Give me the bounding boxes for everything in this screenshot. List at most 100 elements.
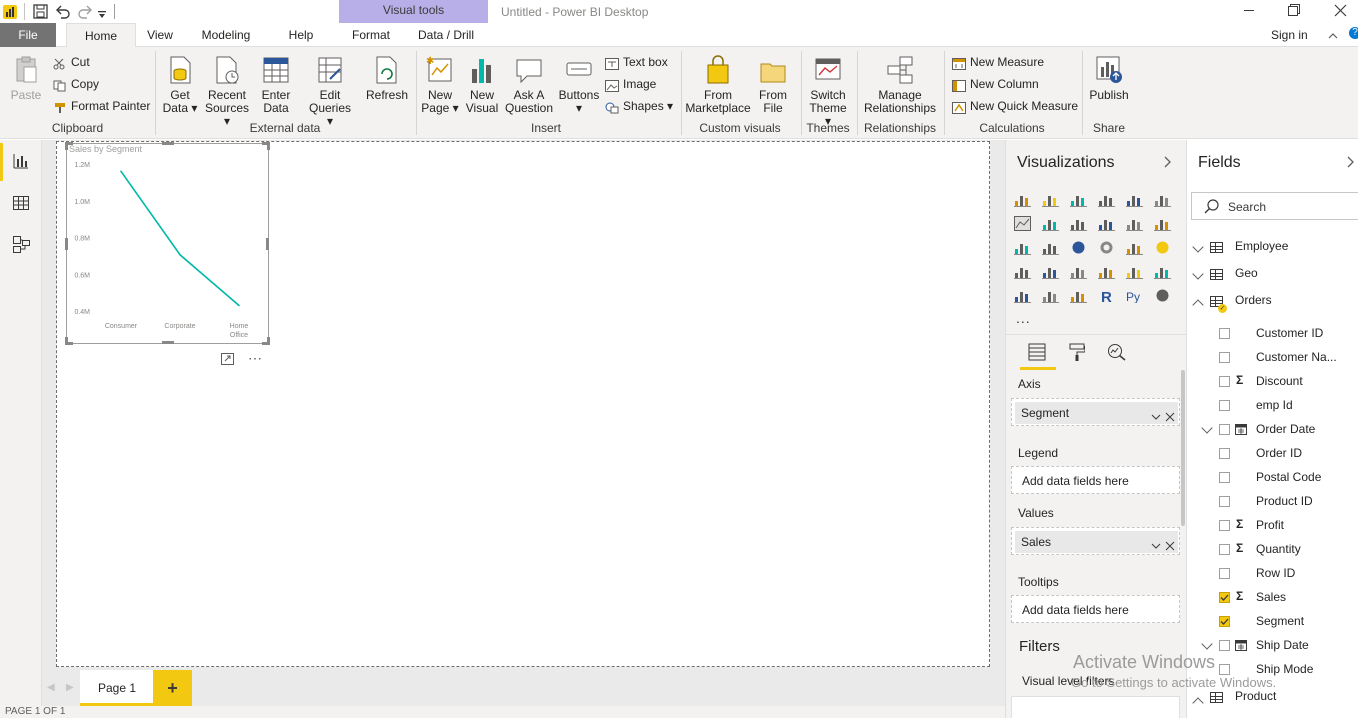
matrix-icon[interactable] xyxy=(1070,288,1087,303)
edit-queries-button[interactable]: Edit Queries ▾ xyxy=(305,55,355,128)
remove-field-icon[interactable] xyxy=(1165,536,1175,558)
gauge-icon[interactable] xyxy=(1070,264,1087,279)
resize-handle-right[interactable] xyxy=(266,238,269,250)
card-icon[interactable] xyxy=(1098,264,1115,279)
new-visual-button[interactable]: New Visual xyxy=(462,55,502,115)
focus-mode-icon[interactable] xyxy=(221,353,234,365)
fields-well-tab-icon[interactable] xyxy=(1028,343,1046,361)
format-paint-roller-icon[interactable] xyxy=(1069,343,1086,361)
field-item[interactable]: Row ID xyxy=(1187,564,1358,584)
filled-map-icon[interactable] xyxy=(1014,264,1031,279)
scatter-icon[interactable] xyxy=(1042,240,1059,255)
values-well[interactable]: Sales xyxy=(1011,527,1180,555)
chevron-down-icon[interactable] xyxy=(1151,536,1161,558)
axis-field-pill[interactable]: Segment xyxy=(1015,402,1178,424)
field-checkbox[interactable] xyxy=(1219,400,1230,411)
close-button[interactable] xyxy=(1334,4,1347,17)
chevron-down-icon[interactable] xyxy=(1151,407,1161,429)
tab-data-drill[interactable]: Data / Drill xyxy=(410,23,482,47)
tab-format[interactable]: Format xyxy=(345,23,397,47)
data-point[interactable] xyxy=(179,253,181,256)
publish-button[interactable]: Publish xyxy=(1087,55,1131,102)
field-checkbox[interactable] xyxy=(1219,544,1230,555)
sign-in-link[interactable]: Sign in xyxy=(1271,28,1308,42)
copy-button[interactable]: Copy xyxy=(53,75,99,93)
python-visual-icon[interactable]: Py xyxy=(1126,288,1143,304)
slicer-icon[interactable] xyxy=(1014,288,1031,303)
tooltips-well[interactable]: Add data fields here xyxy=(1011,595,1180,623)
data-point[interactable] xyxy=(120,170,122,173)
manage-relationships-button[interactable]: Manage Relationships xyxy=(862,55,938,115)
field-checkbox[interactable] xyxy=(1219,328,1230,339)
resize-handle-corner[interactable] xyxy=(65,142,73,150)
multirow-card-icon[interactable] xyxy=(1126,264,1143,279)
field-checkbox[interactable] xyxy=(1219,520,1230,531)
field-checkbox[interactable] xyxy=(1219,352,1230,363)
stacked-column-icon[interactable] xyxy=(1042,192,1059,207)
remove-field-icon[interactable] xyxy=(1165,407,1175,429)
area-chart-icon[interactable] xyxy=(1042,216,1059,231)
line-column-icon[interactable] xyxy=(1098,216,1115,231)
clustered-bar-icon[interactable] xyxy=(1070,192,1087,207)
buttons-button[interactable]: Buttons ▾ xyxy=(556,55,602,115)
funnel-icon[interactable] xyxy=(1042,264,1059,279)
field-checkbox[interactable] xyxy=(1219,448,1230,459)
donut-icon[interactable] xyxy=(1098,240,1115,255)
fields-search-box[interactable]: Search xyxy=(1191,192,1358,220)
next-page-icon[interactable]: ▶ xyxy=(66,682,74,693)
collapse-visualizations-icon[interactable] xyxy=(1162,156,1172,168)
legend-well[interactable]: Add data fields here xyxy=(1011,466,1180,494)
table-geo[interactable]: Geo xyxy=(1187,265,1358,285)
field-checkbox[interactable] xyxy=(1219,496,1230,507)
waterfall-icon[interactable] xyxy=(1014,240,1031,255)
field-item[interactable]: Ship Date xyxy=(1187,636,1358,656)
report-view-icon[interactable] xyxy=(13,153,29,169)
tab-help[interactable]: Help xyxy=(280,23,322,47)
arcgis-icon[interactable] xyxy=(1154,288,1171,303)
field-item[interactable]: emp Id xyxy=(1187,396,1358,416)
text-box-button[interactable]: Text box xyxy=(605,53,668,71)
page-tab-page-1[interactable]: Page 1 xyxy=(80,670,154,706)
tab-file[interactable]: File xyxy=(0,23,56,47)
tab-modeling[interactable]: Modeling xyxy=(192,23,260,47)
clustered-column-icon[interactable] xyxy=(1098,192,1115,207)
stacked-area-icon[interactable] xyxy=(1070,216,1087,231)
resize-handle-corner[interactable] xyxy=(262,337,270,345)
field-checkbox[interactable] xyxy=(1219,640,1230,651)
more-options-icon[interactable]: ⋯ xyxy=(248,350,263,367)
redo-icon[interactable] xyxy=(77,4,93,19)
new-quick-measure-button[interactable]: New Quick Measure xyxy=(952,97,1078,115)
field-item[interactable]: Σ Profit xyxy=(1187,516,1358,536)
table-product[interactable]: Product xyxy=(1187,688,1358,709)
get-data-button[interactable]: Get Data ▾ xyxy=(160,55,200,115)
field-item[interactable]: Customer Na... xyxy=(1187,348,1358,368)
add-page-button[interactable]: + xyxy=(153,670,192,706)
resize-handle-corner[interactable] xyxy=(65,337,73,345)
analytics-magnifier-icon[interactable] xyxy=(1107,343,1127,361)
enter-data-button[interactable]: Enter Data xyxy=(256,55,296,115)
tab-view[interactable]: View xyxy=(140,23,180,47)
field-checkbox[interactable] xyxy=(1219,568,1230,579)
100-column-icon[interactable] xyxy=(1154,192,1171,207)
filter-card[interactable] xyxy=(1011,696,1180,718)
field-item[interactable]: Product ID xyxy=(1187,492,1358,512)
table-visual-icon[interactable] xyxy=(1042,288,1059,303)
field-item[interactable]: Σ Quantity xyxy=(1187,540,1358,560)
tab-home[interactable]: Home xyxy=(66,23,136,47)
cut-button[interactable]: Cut xyxy=(53,53,90,71)
table-employee[interactable]: Employee xyxy=(1187,238,1358,258)
field-checkbox[interactable] xyxy=(1219,424,1230,435)
field-item[interactable]: Ship Mode xyxy=(1187,660,1358,680)
recent-sources-button[interactable]: Recent Sources ▾ xyxy=(202,55,252,128)
field-checkbox[interactable] xyxy=(1219,664,1230,675)
resize-handle-corner[interactable] xyxy=(262,142,270,150)
help-icon[interactable]: ? xyxy=(1349,27,1358,39)
stacked-bar-icon[interactable] xyxy=(1014,192,1031,207)
ask-question-button[interactable]: Ask A Question xyxy=(505,55,553,115)
pie-icon[interactable] xyxy=(1070,240,1087,255)
refresh-button[interactable]: Refresh xyxy=(364,55,410,102)
kpi-icon[interactable] xyxy=(1154,264,1171,279)
more-visuals-icon[interactable]: ... xyxy=(1016,310,1031,326)
field-checkbox[interactable] xyxy=(1219,592,1230,603)
r-visual-icon[interactable]: R xyxy=(1098,288,1115,306)
